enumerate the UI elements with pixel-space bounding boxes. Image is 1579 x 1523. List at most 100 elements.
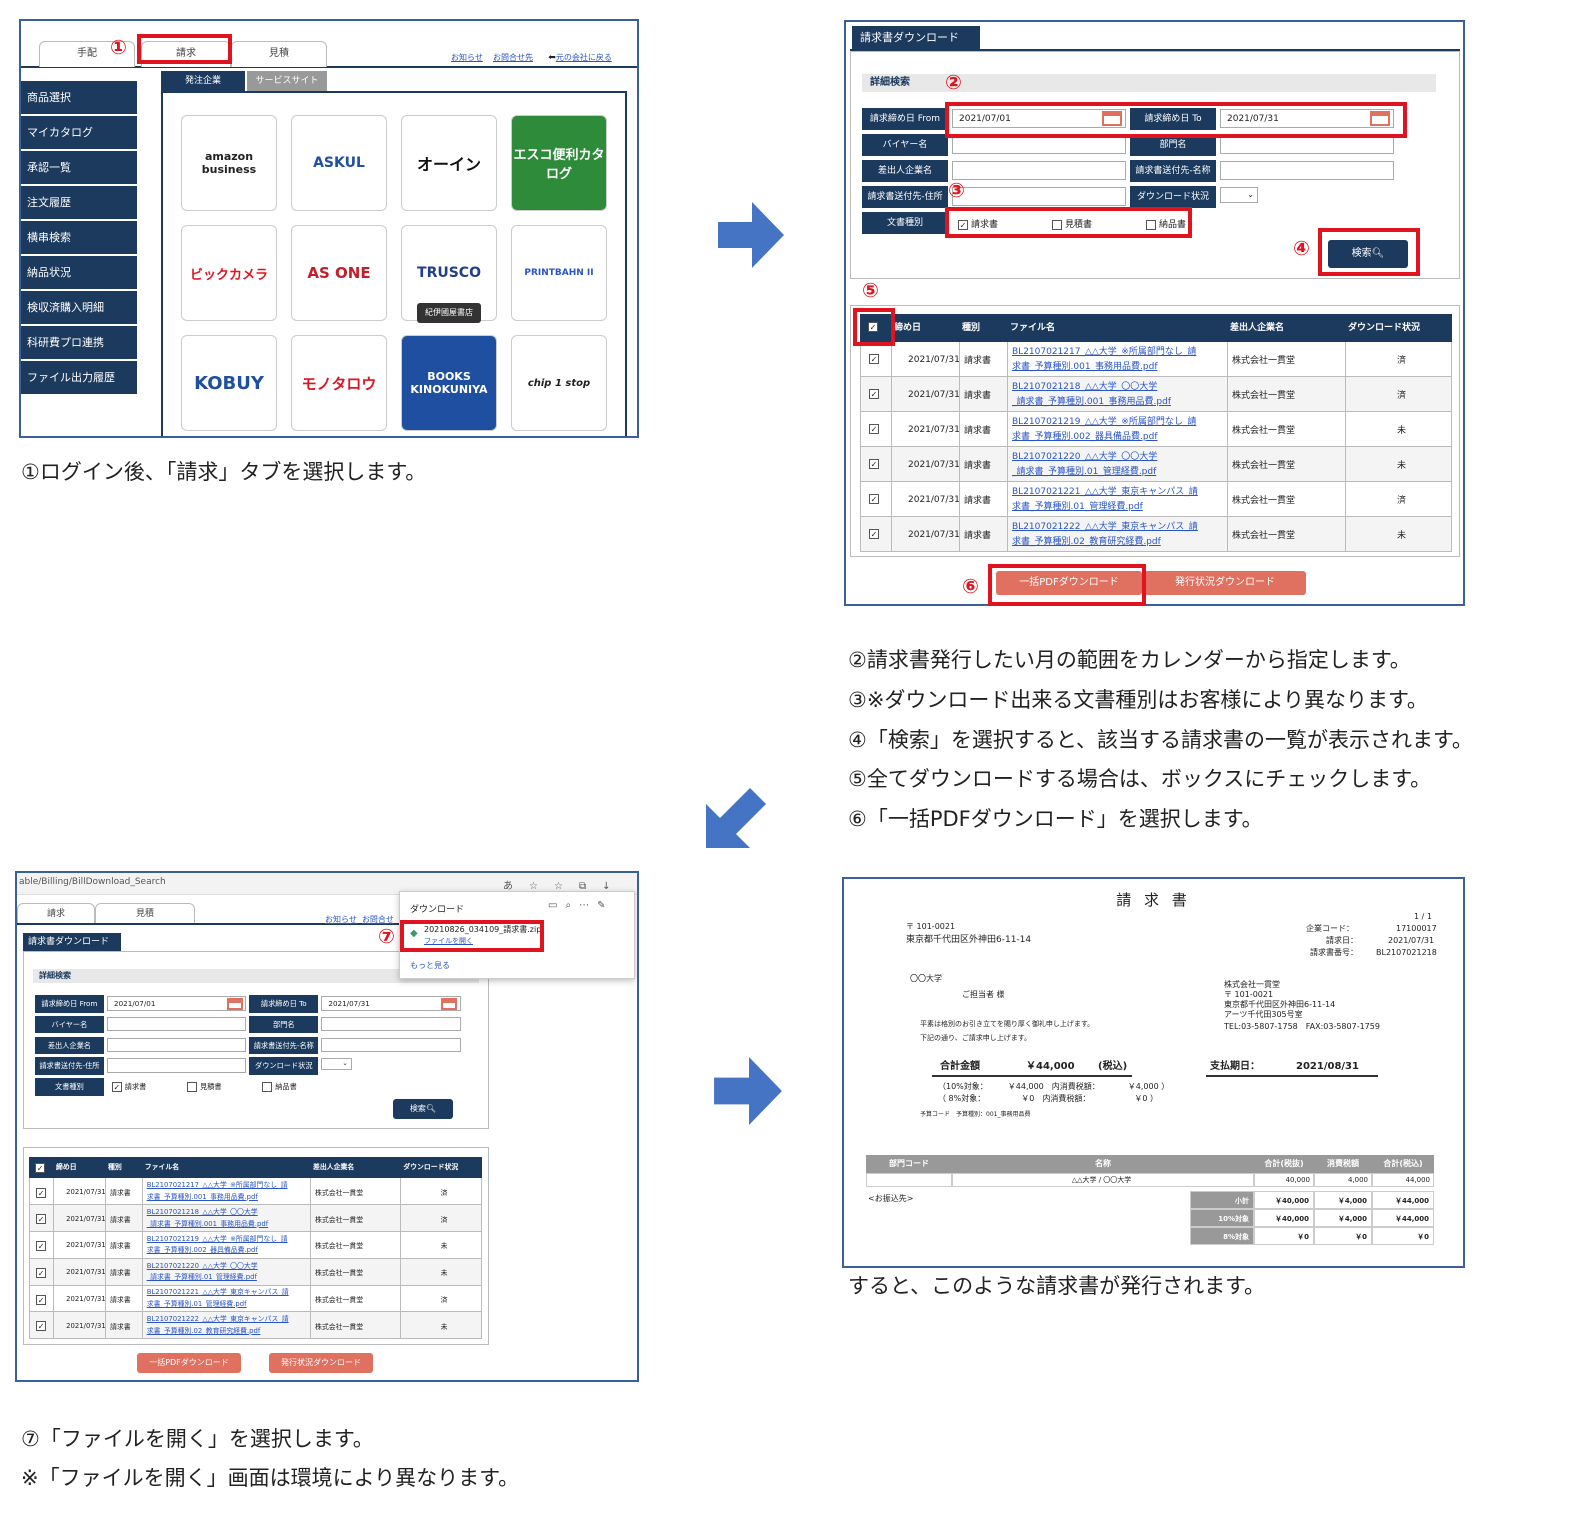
table-cell: BL2107021220_△△大学_〇〇大学 _請求書_予算種別.01_管理経費.… xyxy=(141,1258,310,1286)
file-link[interactable]: BL2107021218_△△大学_〇〇大学 _請求書_予算種別.001_事務用品… xyxy=(1012,380,1171,410)
more-icon[interactable]: ⋯ xyxy=(579,900,597,911)
sidebar-item[interactable]: 承認一覧 xyxy=(21,151,137,185)
download-status-select[interactable]: ⌄ xyxy=(321,1058,352,1070)
sidebar-item[interactable]: 商品選択 xyxy=(21,81,137,115)
checkbox[interactable]: ✓ xyxy=(111,1082,122,1093)
file-link[interactable]: BL2107021222_△△大学_東京キャンパス_請 求書_予算種別.02_教育… xyxy=(1012,520,1198,550)
address-bar[interactable]: able/Billing/BillDownload_Search xyxy=(19,877,166,887)
pin-icon[interactable]: ✎ xyxy=(597,900,613,911)
checkbox[interactable] xyxy=(187,1082,197,1093)
sidebar-item[interactable]: 横串検索 xyxy=(21,221,137,255)
select-all-checkbox[interactable]: ✓ xyxy=(35,1163,46,1174)
see-more-link[interactable]: もっと見る xyxy=(410,960,450,971)
cell-sender: 株式会社一貫堂 xyxy=(314,1295,364,1304)
supplier-logo[interactable]: BOOKS KINOKUNIYA xyxy=(401,335,497,431)
row-checkbox[interactable]: ✓ xyxy=(36,1187,47,1198)
date-to-input[interactable]: 2021/07/31 xyxy=(321,996,461,1011)
file-name-line: BL2107021222_△△大学_東京キャンパス_請 xyxy=(1012,521,1198,532)
row-checkbox[interactable]: ✓ xyxy=(36,1241,47,1252)
text-input[interactable] xyxy=(107,1037,247,1053)
subtab-buyer[interactable]: 発注企業 xyxy=(161,71,245,91)
date-from-input[interactable]: 2021/07/01 xyxy=(107,996,247,1011)
table-cell: 済 xyxy=(1345,482,1453,517)
row-checkbox[interactable]: ✓ xyxy=(869,424,879,434)
search-icon[interactable]: ⌕ xyxy=(565,900,579,911)
table-cell: 未 xyxy=(1345,517,1453,552)
sidebar-item[interactable]: 検収済購入明細 xyxy=(21,291,137,325)
supplier-logo[interactable]: モノタロウ xyxy=(291,335,387,431)
doc-type-checkbox[interactable]: ✓ 請求書 xyxy=(111,1082,146,1093)
table-cell: 未 xyxy=(400,1312,483,1340)
row-checkbox[interactable]: ✓ xyxy=(869,389,879,399)
supplier-logo[interactable]: PRINTBAHN II xyxy=(511,225,607,321)
row-checkbox[interactable]: ✓ xyxy=(869,459,879,469)
text-input[interactable] xyxy=(321,1037,461,1053)
file-link[interactable]: BL2107021221_△△大学_東京キャンパス_請 求書_予算種別.01_管理… xyxy=(147,1287,289,1310)
calendar-icon[interactable] xyxy=(441,998,458,1010)
row-checkbox[interactable]: ✓ xyxy=(36,1294,47,1305)
tab-estimate[interactable]: 見積 xyxy=(231,41,327,67)
contact-link[interactable]: お問合せ xyxy=(362,915,394,924)
row-checkbox[interactable]: ✓ xyxy=(36,1214,47,1225)
supplier-logo[interactable]: ビックカメラ xyxy=(181,225,277,321)
subtab-service[interactable]: サービスサイト xyxy=(247,71,327,91)
sidebar-item[interactable]: 納品状況 xyxy=(21,256,137,290)
text-input[interactable] xyxy=(1220,161,1394,180)
download-status-select[interactable]: ⌄ xyxy=(1220,187,1258,203)
file-link[interactable]: BL2107021219_△△大学_※所属部門なし_請 求書_予算種別.002_器… xyxy=(147,1234,288,1257)
text-input[interactable] xyxy=(952,161,1126,180)
text-input[interactable] xyxy=(107,1058,247,1073)
return-company-link[interactable]: 元の会社に戻る xyxy=(556,53,612,62)
supplier-logo[interactable]: amazon business xyxy=(181,115,277,211)
bulk-pdf-download-button[interactable]: 一括PDFダウンロード xyxy=(137,1353,241,1373)
status-download-button[interactable]: 発行状況ダウンロード xyxy=(1144,571,1306,595)
supplier-logo[interactable]: chip 1 stop xyxy=(511,335,607,431)
row-checkbox[interactable]: ✓ xyxy=(36,1321,47,1332)
row-checkbox[interactable]: ✓ xyxy=(36,1267,47,1278)
doc-type-checkbox[interactable]: 見積書 xyxy=(187,1082,222,1093)
table-cell: 株式会社一貫堂 xyxy=(309,1205,400,1232)
supplier-logo[interactable]: ASKUL xyxy=(291,115,387,211)
table-header-cell: 合計(税込) xyxy=(1372,1155,1434,1173)
sidebar-item[interactable]: 科研費プロ連携 xyxy=(21,326,137,360)
cell-sender: 株式会社一貫堂 xyxy=(1232,531,1296,541)
row-checkbox[interactable]: ✓ xyxy=(869,494,879,504)
sidebar-item[interactable]: 注文履歴 xyxy=(21,186,137,220)
text-input[interactable] xyxy=(107,1016,247,1032)
supplier-logo[interactable]: エスコ便利カタログ xyxy=(511,115,607,211)
row-checkbox[interactable]: ✓ xyxy=(869,529,879,539)
text-input[interactable] xyxy=(952,187,1126,206)
file-link[interactable]: BL2107021218_△△大学_〇〇大学 _請求書_予算種別.001_事務用品… xyxy=(147,1207,268,1230)
text-input[interactable] xyxy=(321,1016,461,1032)
file-name-line: 求書_予算種別.002_器具備品費.pdf xyxy=(146,1246,258,1255)
file-link[interactable]: BL2107021222_△△大学_東京キャンパス_請 求書_予算種別.02_教育… xyxy=(147,1314,289,1337)
line-cell: 40,000 xyxy=(1254,1173,1314,1187)
doc-type-checkbox[interactable]: 納品書 xyxy=(262,1082,297,1093)
file-link[interactable]: BL2107021221_△△大学_東京キャンパス_請 求書_予算種別.01_管理… xyxy=(1012,485,1198,515)
checkbox[interactable] xyxy=(262,1082,273,1093)
sidebar-item[interactable]: マイカタログ xyxy=(21,116,137,150)
supplier-logo[interactable]: KOBUY xyxy=(181,335,277,431)
tab-estimate[interactable]: 見積 xyxy=(95,903,195,923)
folder-icon[interactable]: ▭ xyxy=(548,900,565,911)
sidebar-item[interactable]: ファイル出力履歴 xyxy=(21,361,137,395)
search-button[interactable]: 検索🔍︎ xyxy=(393,1099,453,1119)
news-link[interactable]: お知らせ xyxy=(451,53,483,62)
tab-billing[interactable]: 請求 xyxy=(17,903,95,923)
contact-link[interactable]: お問合せ先 xyxy=(493,53,533,62)
row-checkbox[interactable]: ✓ xyxy=(869,354,879,364)
status-download-button[interactable]: 発行状況ダウンロード xyxy=(269,1353,373,1373)
supplier-logo[interactable]: オーイン xyxy=(401,115,497,211)
file-link[interactable]: BL2107021217_△△大学_※所属部門なし_請 求書_予算種別.001_事… xyxy=(147,1180,288,1203)
table-cell: 未 xyxy=(400,1231,483,1259)
cell-type: 請求書 xyxy=(964,356,992,366)
news-link[interactable]: お知らせ xyxy=(325,915,357,924)
file-link[interactable]: BL2107021217_△△大学_※所属部門なし_請 求書_予算種別.001_事… xyxy=(1012,345,1196,375)
cell-type: 請求書 xyxy=(964,391,992,401)
file-link[interactable]: BL2107021220_△△大学_〇〇大学 _請求書_予算種別.01_管理経費.… xyxy=(147,1261,258,1284)
calendar-icon[interactable] xyxy=(227,998,243,1010)
cell-date: 2021/07/31 xyxy=(908,354,960,365)
file-link[interactable]: BL2107021219_△△大学_※所属部門なし_請 求書_予算種別.002_器… xyxy=(1012,415,1196,445)
file-link[interactable]: BL2107021220_△△大学_〇〇大学 _請求書_予算種別.01_管理経費.… xyxy=(1012,450,1157,480)
supplier-logo[interactable]: AS ONE xyxy=(291,225,387,321)
